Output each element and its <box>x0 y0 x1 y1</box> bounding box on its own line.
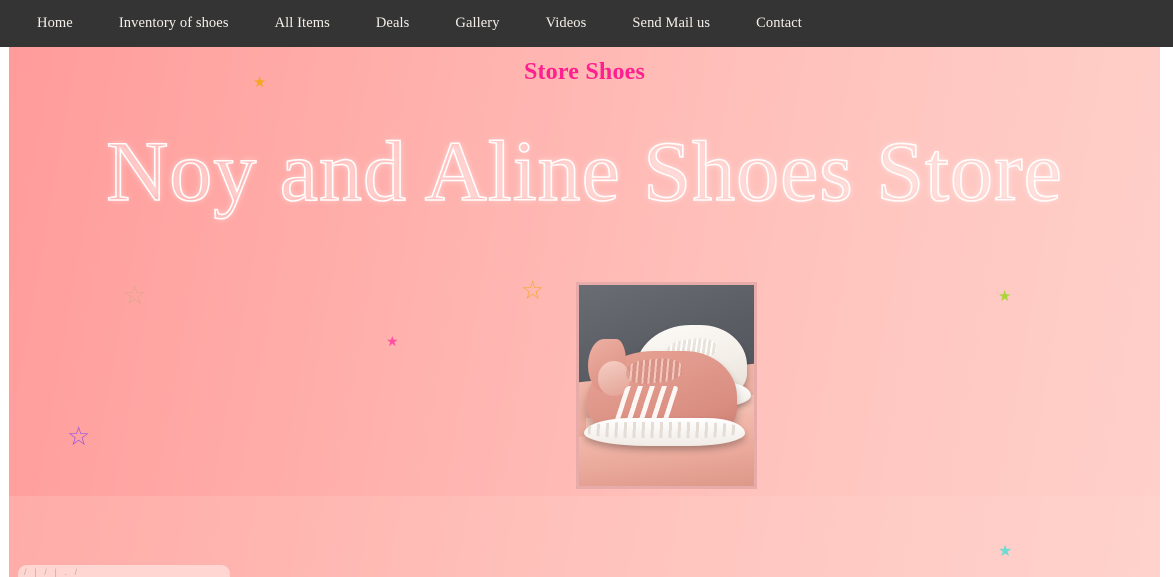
nav-list: Home Inventory of shoes All Items Deals Gall… <box>14 0 825 47</box>
nav-item-all-items[interactable]: All Items <box>252 0 353 47</box>
nav-item-home[interactable]: Home <box>14 0 96 47</box>
main-navigation-bar: Home Inventory of shoes All Items Deals Gall… <box>0 0 1173 47</box>
nav-item-gallery[interactable]: Gallery <box>432 0 522 47</box>
nav-item-videos[interactable]: Videos <box>523 0 610 47</box>
page-root: Home Inventory of shoes All Items Deals Gall… <box>0 0 1173 577</box>
nav-item-contact[interactable]: Contact <box>733 0 825 47</box>
bottom-partial-card[interactable]: / | / | . / <box>18 565 230 577</box>
nav-item-inventory-of-shoes[interactable]: Inventory of shoes <box>96 0 252 47</box>
page-title: Noy and Aline Shoes Store <box>105 123 1063 219</box>
hero-banner: Store Shoes Noy and Aline Shoes Store <box>9 47 1160 496</box>
sneakers-photo <box>579 285 754 486</box>
lower-content-section: / | / | . / <box>9 496 1160 577</box>
bottom-partial-card-text: / | / | . / <box>24 567 80 577</box>
nav-item-deals[interactable]: Deals <box>353 0 433 47</box>
nav-item-send-mail-us[interactable]: Send Mail us <box>609 0 733 47</box>
product-image-card[interactable] <box>576 282 757 489</box>
store-shoes-label: Store Shoes <box>523 59 646 85</box>
pink-sneaker-tread <box>587 421 739 438</box>
